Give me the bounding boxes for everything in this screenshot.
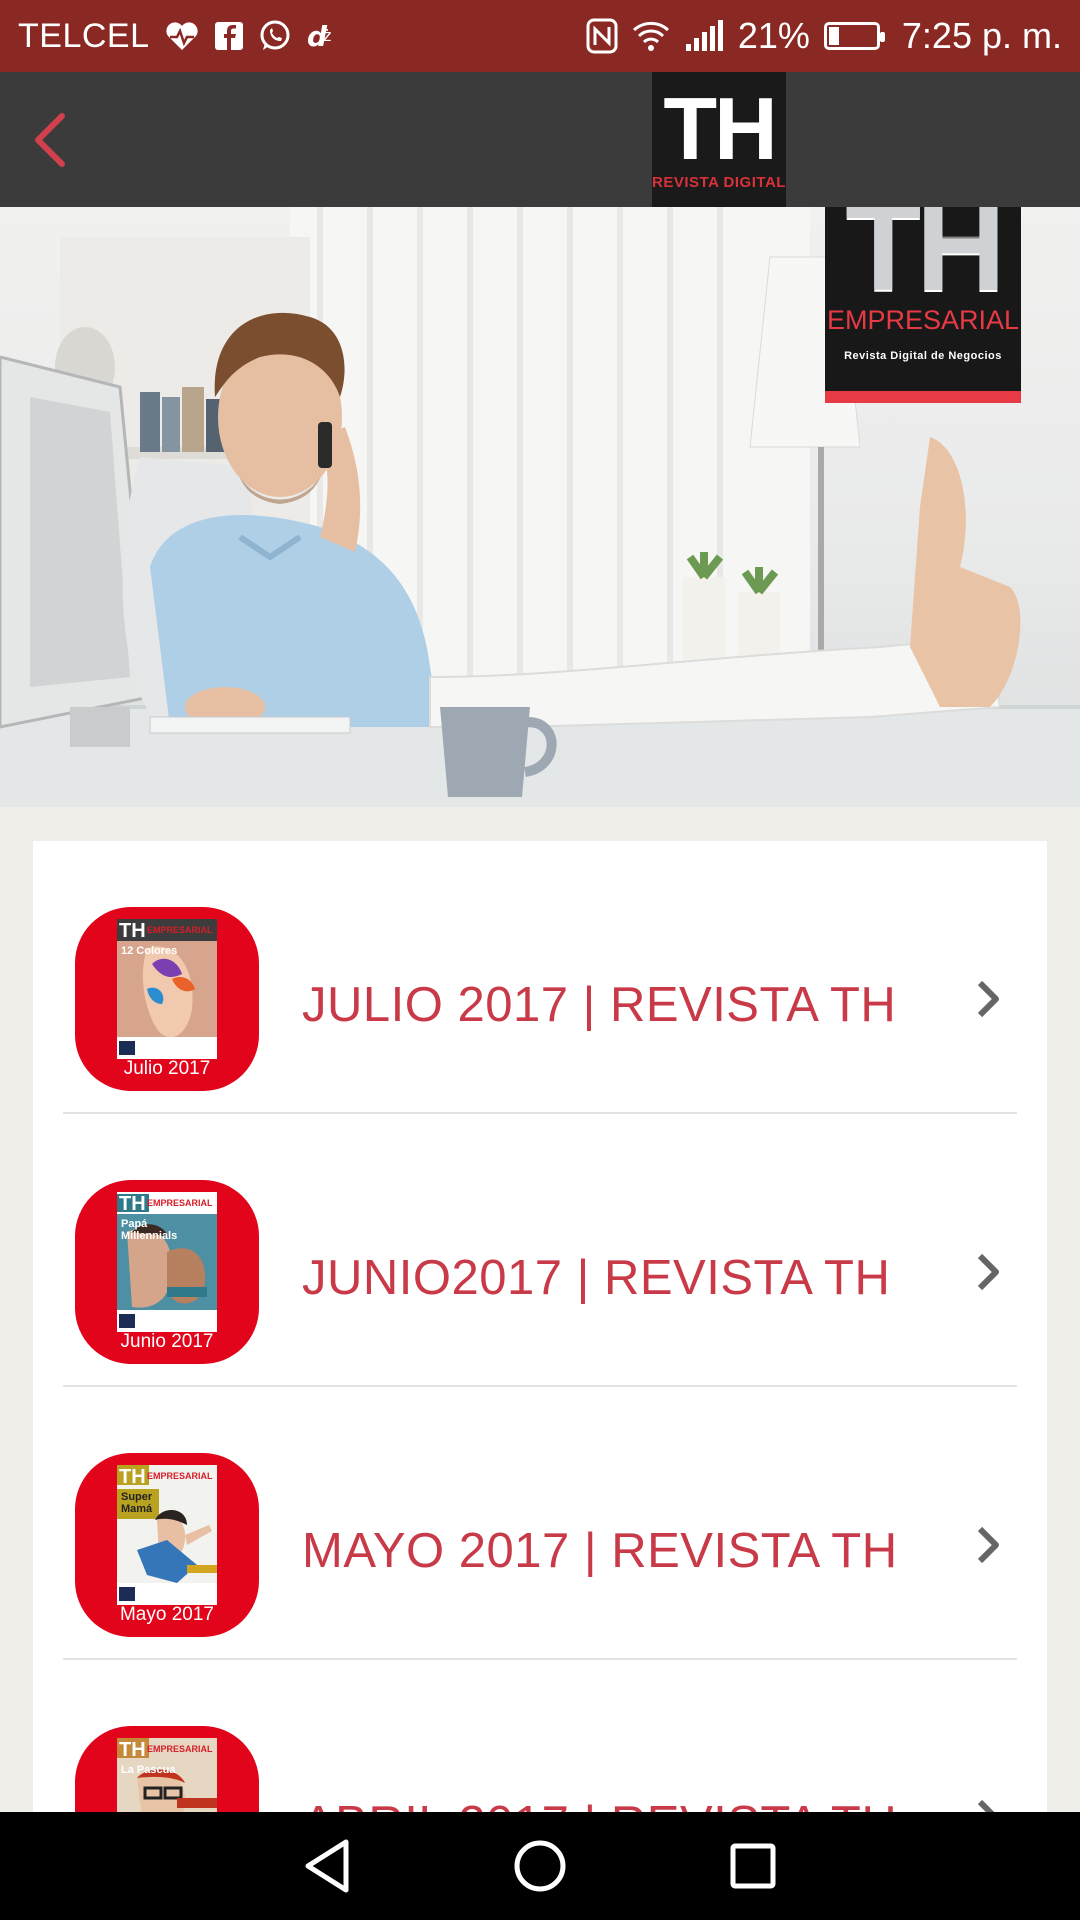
cover-brand: EMPRESARIAL: [147, 1471, 213, 1481]
list-item-junio-2017[interactable]: TH EMPRESARIAL Papá Millennials Junio 20…: [33, 1114, 1047, 1387]
carrier-name: TELCEL: [18, 16, 150, 55]
back-button[interactable]: [20, 108, 80, 172]
app-logo: TH REVISTA DIGITAL: [652, 72, 786, 207]
list-item-mayo-2017[interactable]: TH EMPRESARIAL Super Mamá Mayo 2017 MAYO…: [33, 1387, 1047, 1660]
dz-icon: dż: [306, 16, 340, 56]
cover-mast: TH: [119, 920, 146, 942]
thumbnail-label: Junio 2017: [120, 1331, 214, 1352]
battery-percent: 21%: [737, 15, 810, 56]
cover-mast: TH: [119, 1739, 146, 1761]
back-arrow-icon: [35, 113, 65, 167]
hero-logo-bar: [825, 391, 1021, 403]
issues-list: TH EMPRESARIAL 12 Colores Julio 2017 JUL…: [33, 841, 1047, 1910]
home-circle-icon: [514, 1840, 566, 1892]
cover-brand: EMPRESARIAL: [147, 1744, 213, 1754]
clock: 7:25 p. m.: [901, 15, 1062, 56]
magazine-cover: TH EMPRESARIAL Super Mamá: [117, 1465, 217, 1605]
facebook-icon: [214, 16, 244, 56]
issue-title: MAYO 2017 | REVISTA TH: [302, 1524, 898, 1578]
cover-headline: Papá Millennials: [121, 1218, 178, 1242]
status-right: 21% 7:25 p. m.: [586, 15, 1062, 57]
hero-banner: TH EMPRESARIAL Revista Digital de Negoci…: [0, 207, 1080, 807]
back-triangle-icon: [305, 1839, 349, 1893]
battery-icon: [823, 22, 885, 50]
hero-logo-brand: EMPRESARIAL: [826, 305, 1020, 335]
issue-thumbnail: TH EMPRESARIAL 12 Colores Julio 2017: [75, 907, 259, 1091]
nav-home-button[interactable]: [500, 1826, 580, 1906]
magazine-cover: TH EMPRESARIAL 12 Colores: [117, 919, 217, 1059]
cover-headline: La Pascua: [121, 1764, 176, 1776]
chevron-right-icon: [977, 1253, 999, 1291]
cover-headline: Super Mamá: [121, 1491, 153, 1515]
magazine-cover: TH EMPRESARIAL Papá Millennials: [117, 1192, 217, 1332]
whatsapp-icon: [258, 16, 292, 56]
battery-fill: [828, 27, 840, 45]
system-nav-bar: [0, 1812, 1080, 1920]
issue-title: JULIO 2017 | REVISTA TH: [302, 978, 897, 1032]
cover-brand: EMPRESARIAL: [147, 1198, 213, 1208]
nav-recents-button[interactable]: [713, 1826, 793, 1906]
app-bar: TH REVISTA DIGITAL: [0, 72, 1080, 207]
issue-thumbnail: TH EMPRESARIAL Papá Millennials Junio 20…: [75, 1180, 259, 1364]
app-logo-subtitle: REVISTA DIGITAL: [652, 174, 786, 191]
thumbnail-label: Mayo 2017: [119, 1604, 214, 1625]
status-bar: TELCEL dż 21% 7:25 p. m.: [0, 0, 1080, 72]
wifi-icon: [632, 16, 670, 56]
list-item-julio-2017[interactable]: TH EMPRESARIAL 12 Colores Julio 2017 JUL…: [33, 841, 1047, 1114]
cover-mast: TH: [119, 1193, 146, 1215]
status-left: TELCEL dż: [18, 16, 340, 56]
cover-headline: 12 Colores: [121, 945, 178, 957]
issue-title: JUNIO2017 | REVISTA TH: [302, 1251, 891, 1305]
hero-logo-th: TH: [845, 207, 1005, 317]
chevron-right-icon: [977, 1526, 999, 1564]
hero-logo-tagline: Revista Digital de Negocios: [844, 350, 1002, 362]
chevron-right-icon: [977, 980, 999, 1018]
hero-brand-logo: TH EMPRESARIAL Revista Digital de Negoci…: [825, 207, 1021, 403]
svg-text:ż: ż: [323, 26, 332, 45]
cover-brand: EMPRESARIAL: [147, 925, 213, 935]
thumbnail-label: Julio 2017: [123, 1058, 211, 1079]
heart-pulse-icon: [164, 16, 200, 56]
signal-icon: [684, 16, 724, 56]
recents-square-icon: [730, 1843, 776, 1889]
nav-back-button[interactable]: [287, 1826, 367, 1906]
nfc-icon: [586, 16, 618, 56]
cover-mast: TH: [119, 1466, 146, 1488]
app-logo-th: TH: [663, 79, 777, 178]
issue-thumbnail: TH EMPRESARIAL Super Mamá Mayo 2017: [75, 1453, 259, 1637]
